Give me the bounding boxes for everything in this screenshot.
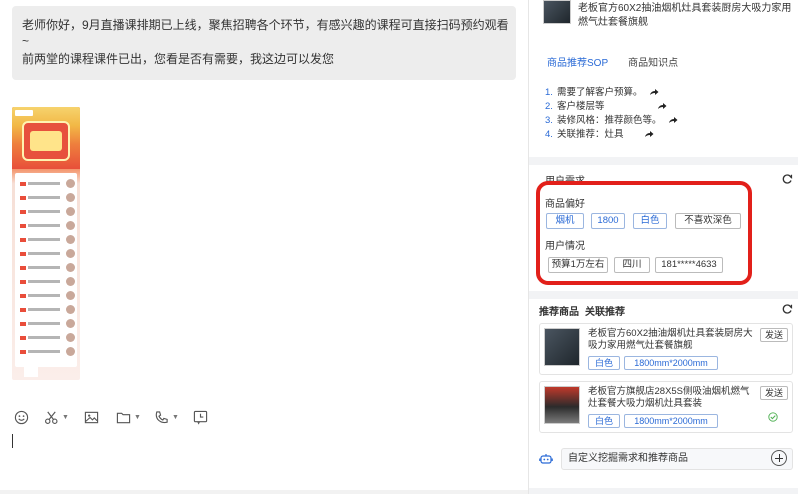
section-divider xyxy=(529,291,798,299)
step-text: 需要了解客户预算。 xyxy=(556,87,643,98)
share-arrow-icon[interactable] xyxy=(668,115,678,125)
step-text: 关联推荐：灶具 xyxy=(556,129,624,140)
product-title: 老板官方60X2抽油烟机灶具套装厨房大吸力家用燃气灶套餐旗舰 xyxy=(588,328,753,351)
sop-step: 3. 装修风格：推荐颜色等。 xyxy=(545,114,785,128)
chat-history-icon[interactable] xyxy=(193,408,208,426)
step-text: 客户楼层等 xyxy=(556,101,605,112)
sop-step: 1. 需要了解客户预算。 xyxy=(545,86,785,100)
tab-product-sop[interactable]: 商品推荐SOP xyxy=(547,54,608,69)
refresh-icon[interactable] xyxy=(781,303,793,315)
product-title: 老板官方旗舰店28X5S侧吸油烟机燃气灶套餐大吸力烟机灶具套装 xyxy=(588,386,750,409)
product-card[interactable]: 老板官方60X2抽油烟机灶具套装厨房大吸力家用燃气灶套餐旗舰 白色 1800mm… xyxy=(539,323,793,375)
product-size-tag: 1800mm*2000mm xyxy=(624,414,718,428)
product-card[interactable]: 老板官方旗舰店28X5S侧吸油烟机燃气灶套餐大吸力烟机灶具套装 白色 1800m… xyxy=(539,381,793,433)
product-thumbnail xyxy=(544,386,580,424)
step-number: 2. xyxy=(545,101,553,112)
send-button[interactable]: 发送 xyxy=(760,328,788,342)
course-poster-image[interactable] xyxy=(12,107,80,380)
product-color-tag: 白色 xyxy=(588,356,620,370)
add-icon[interactable] xyxy=(771,450,787,466)
top-product-title: 老板官方60X2抽油烟机灶具套装厨房大吸力家用燃气灶套餐旗舰 xyxy=(578,3,792,28)
message-line-2: 前两堂的课程课件已出，您看是否有需要，我这边可以发您 xyxy=(22,52,335,66)
text-cursor[interactable] xyxy=(12,434,13,448)
emoji-icon[interactable] xyxy=(14,408,29,426)
poster-logo xyxy=(15,110,33,116)
phone-icon[interactable]: ▼ xyxy=(154,408,179,426)
scissors-icon[interactable]: ▼ xyxy=(44,408,69,426)
tab-recommend-products[interactable]: 推荐商品 xyxy=(539,307,579,318)
share-arrow-icon[interactable] xyxy=(649,87,659,97)
product-color-tag: 白色 xyxy=(588,414,620,428)
send-button[interactable]: 发送 xyxy=(760,386,788,400)
step-number: 3. xyxy=(545,115,553,126)
poster-qr-code xyxy=(24,365,38,377)
sop-step: 2. 客户楼层等 xyxy=(545,100,785,114)
image-icon[interactable] xyxy=(84,408,99,426)
recommend-tabs: 推荐商品 关联推荐 xyxy=(539,303,625,318)
poster-schedule xyxy=(15,173,77,367)
tab-related-recommend[interactable]: 关联推荐 xyxy=(585,307,625,318)
message-tilde: ~ xyxy=(22,34,30,48)
sop-tabs: 商品推荐SOP 商品知识点 xyxy=(547,54,678,69)
share-arrow-icon[interactable] xyxy=(657,101,667,111)
product-thumbnail xyxy=(543,0,571,24)
folder-icon[interactable]: ▼ xyxy=(116,408,141,426)
share-arrow-icon[interactable] xyxy=(644,129,654,139)
top-product[interactable]: 老板官方60X2抽油烟机灶具套装厨房大吸力家用燃气灶套餐旗舰 xyxy=(543,0,793,36)
chevron-down-icon: ▼ xyxy=(134,413,141,421)
chat-pane: 老师你好，9月直播课排期已上线，聚焦招聘各个环节，有感兴趣的课程可直接扫码预约观… xyxy=(0,0,528,494)
chat-toolbar: ▼ ▼ ▼ xyxy=(0,402,528,432)
message-line-1: 老师你好，9月直播课排期已上线，聚焦招聘各个环节，有感兴趣的课程可直接扫码预约观… xyxy=(22,18,509,32)
product-size-tag: 1800mm*2000mm xyxy=(624,356,718,370)
chevron-down-icon: ▼ xyxy=(172,413,179,421)
refresh-icon[interactable] xyxy=(781,173,793,185)
step-number: 1. xyxy=(545,87,553,98)
panel-bottom-border xyxy=(529,488,798,494)
step-text: 装修风格：推荐颜色等。 xyxy=(556,115,662,126)
sent-check-icon xyxy=(768,412,778,422)
poster-banner xyxy=(22,121,70,161)
product-thumbnail xyxy=(544,328,580,366)
sop-step: 4. 关联推荐：灶具 xyxy=(545,128,785,142)
custom-demand-row: 自定义挖掘需求和推荐商品 xyxy=(539,446,793,472)
message-bubble: 老师你好，9月直播课排期已上线，聚焦招聘各个环节，有感兴趣的课程可直接扫码预约观… xyxy=(12,6,516,80)
robot-icon xyxy=(539,454,553,464)
chevron-down-icon: ▼ xyxy=(62,413,69,421)
tab-product-knowledge[interactable]: 商品知识点 xyxy=(628,54,678,69)
user-needs-highlight xyxy=(536,181,752,285)
sop-steps: 1. 需要了解客户预算。 2. 客户楼层等 3. 装修风格：推荐颜色等。 4. 关联推荐… xyxy=(545,86,785,142)
custom-demand-input[interactable]: 自定义挖掘需求和推荐商品 xyxy=(561,448,793,470)
step-number: 4. xyxy=(545,129,553,140)
section-divider xyxy=(529,157,798,165)
chat-bottom-border xyxy=(0,490,528,494)
